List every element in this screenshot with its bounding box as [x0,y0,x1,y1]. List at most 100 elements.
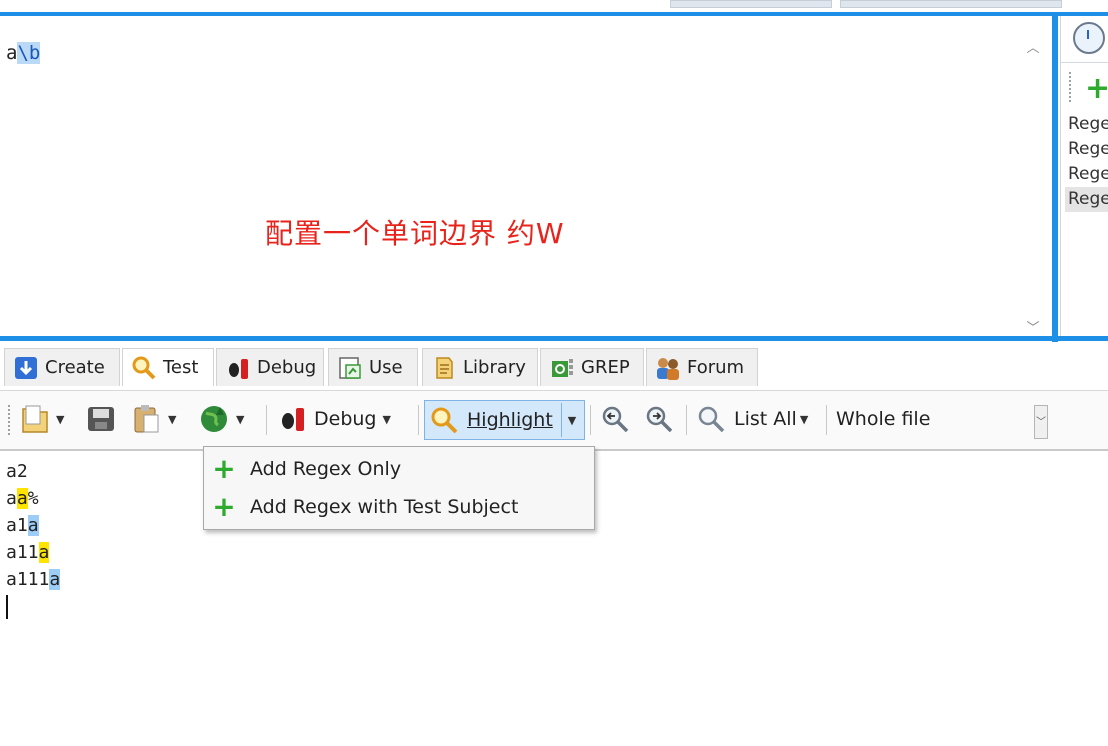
save-icon [88,407,114,431]
line-text: a111 [6,569,50,590]
zoom-previous-icon [602,406,629,433]
editor-scrollbar[interactable]: ︿ ﹀ [1018,34,1048,344]
toolbar-grip [8,405,10,435]
list-all-label: List All [734,408,797,430]
highlight-button[interactable]: Highlight ▼ [424,400,586,440]
web-button[interactable]: ▼ [198,401,244,437]
match-highlight: a [27,515,39,536]
history-panel: + Rege Rege Rege Rege [1060,16,1108,336]
scroll-down-icon[interactable]: ﹀ [1024,320,1042,338]
toolbar-grip [1069,72,1073,102]
scope-select[interactable]: Whole file [836,401,930,437]
line-text: a1 [6,515,28,536]
zoom-next-icon [646,406,673,433]
regex-editor[interactable]: a\b 配置一个单词边界 约W ︿ ﹀ [0,16,1052,336]
add-regex-menu: + Add Regex Only + Add Regex with Test S… [203,446,595,530]
tab-label: Forum [687,357,745,378]
regex-word-boundary-token: \b [17,42,41,64]
create-icon [13,355,39,381]
debug-button[interactable]: Debug ▼ [278,401,391,437]
search-icon [698,406,725,433]
test-toolbar: ▼ ▼ ▼ Debug ▼ Highlight ▼ List All ▼ Who… [0,390,1108,451]
line-text: a2 [6,461,28,482]
open-file-icon [22,405,48,433]
tab-label: Test [163,357,199,378]
open-button[interactable]: ▼ [20,401,64,437]
next-match-button[interactable] [644,401,674,437]
top-segment [840,0,1062,8]
globe-icon [201,406,227,432]
clock-icon[interactable] [1073,22,1105,54]
top-segment [670,0,832,8]
library-icon [431,355,457,381]
pane-border-bottom [0,336,1108,341]
subject-line [6,593,60,620]
match-highlight: a [16,488,28,509]
tab-label: Library [463,357,526,378]
tab-label: Debug [257,357,317,378]
tab-label: Create [45,357,105,378]
subject-line: a11a [6,539,60,566]
history-item[interactable]: Rege [1065,137,1108,162]
split-divider [560,403,562,437]
chevron-down-icon[interactable]: ▼ [168,413,176,426]
scroll-up-icon[interactable]: ︿ [1024,40,1042,58]
regex-literal: a [6,42,18,64]
history-item[interactable]: Rege [1065,112,1108,137]
toolbar-separator [826,405,827,435]
tab-label: GREP [581,357,630,378]
paste-button[interactable]: ▼ [132,401,176,437]
menu-item-label: Add Regex with Test Subject [250,496,519,518]
subject-text[interactable]: a2 aa% a1a a11a a111a [6,458,61,620]
tab-library[interactable]: Library [422,348,538,386]
add-icon: + [212,490,236,523]
text-cursor [6,595,8,619]
toolbar-separator [590,405,591,435]
chevron-down-icon[interactable]: ▼ [56,413,64,426]
line-text: a [6,488,17,509]
magnifier-icon [131,355,157,381]
tab-create[interactable]: Create [4,348,120,386]
subject-line: aa% [6,485,60,512]
tab-debug[interactable]: Debug [216,348,324,386]
subject-line: a111a [6,566,61,593]
tab-grep[interactable]: GREP [540,348,644,386]
chevron-down-icon[interactable]: ▼ [236,413,244,426]
tab-forum[interactable]: Forum [646,348,758,386]
tab-test[interactable]: Test [122,348,214,386]
debug-label: Debug [314,408,377,430]
pane-splitter[interactable] [1052,12,1058,342]
highlight-label: Highlight [467,409,553,431]
line-text: % [27,488,39,509]
tab-label: Use [369,357,403,378]
toolbar-separator [686,405,687,435]
use-icon [337,355,363,381]
chevron-down-icon[interactable]: ▼ [382,413,390,426]
history-item[interactable]: Rege [1065,162,1108,187]
scope-label: Whole file [836,408,931,430]
menu-item-label: Add Regex Only [250,458,402,480]
tab-use[interactable]: Use [328,348,418,386]
tab-bar: Create Test Debug Use Library GREP Forum [0,342,1108,388]
line-text: a11 [6,542,39,563]
previous-match-button[interactable] [600,401,630,437]
history-list: Rege Rege Rege Rege [1065,112,1108,212]
add-icon: + [212,452,236,485]
bug-icon [282,408,304,431]
grep-icon [549,355,575,381]
list-all-button[interactable]: List All ▼ [696,401,808,437]
annotation-caption: 配置一个单词边界 约W [265,217,565,250]
menu-item-add-regex-with-subject[interactable]: + Add Regex with Test Subject [210,489,518,525]
history-item-selected[interactable]: Rege [1065,187,1108,212]
magnifier-icon [431,407,458,434]
add-icon[interactable]: + [1085,74,1108,104]
save-button[interactable] [86,401,116,437]
scope-dropdown-chevron-icon[interactable]: ﹀ [1034,405,1048,439]
chevron-down-icon[interactable]: ▼ [800,413,808,426]
regex-input[interactable]: a\b [6,42,41,64]
chevron-down-icon[interactable]: ▼ [568,414,576,427]
clipboard-icon [134,405,159,433]
toolbar-separator [266,405,267,435]
menu-item-add-regex-only[interactable]: + Add Regex Only [210,451,401,487]
forum-users-icon [655,355,681,381]
